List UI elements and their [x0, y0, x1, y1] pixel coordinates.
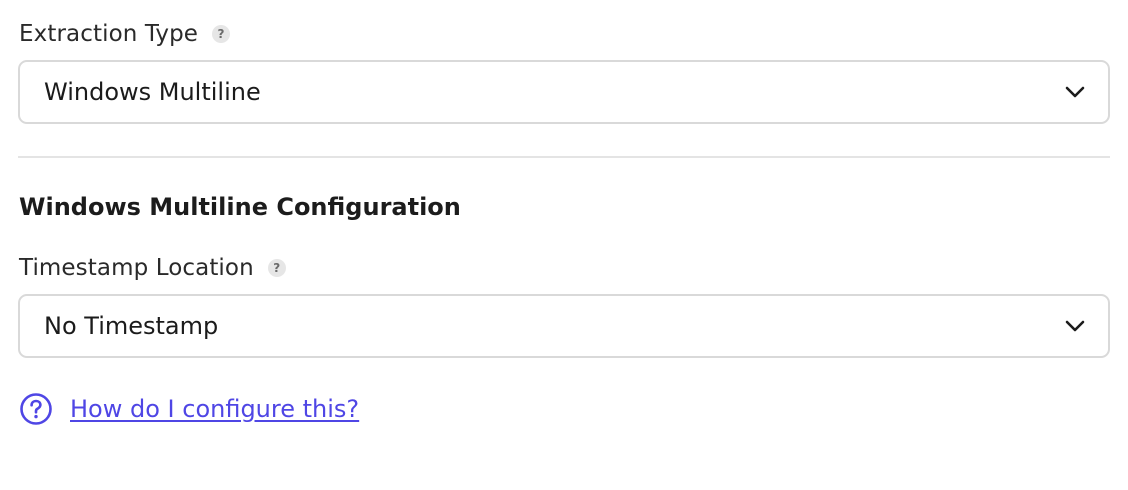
extraction-type-label: Extraction Type ? [19, 21, 231, 47]
extraction-type-label-text: Extraction Type [19, 21, 199, 47]
timestamp-location-value: No Timestamp [44, 312, 219, 340]
chevron-down-icon [1064, 315, 1086, 337]
section-divider [18, 156, 1110, 158]
help-icon[interactable]: ? [267, 259, 286, 277]
extraction-settings-panel: Extraction Type ? Windows Multiline Wind… [0, 0, 1128, 490]
timestamp-location-label-text: Timestamp Location [19, 255, 254, 281]
timestamp-location-select[interactable]: No Timestamp [18, 294, 1110, 358]
configure-help-link-text[interactable]: How do I configure this? [70, 395, 359, 423]
extraction-type-value: Windows Multiline [44, 78, 261, 106]
chevron-down-icon [1064, 81, 1086, 103]
help-icon[interactable]: ? [212, 25, 231, 43]
extraction-type-select[interactable]: Windows Multiline [18, 60, 1110, 124]
question-circle-icon [19, 392, 53, 426]
configuration-section-title: Windows Multiline Configuration [19, 193, 461, 221]
timestamp-location-label: Timestamp Location ? [19, 255, 286, 281]
configure-help-link[interactable]: How do I configure this? [19, 392, 359, 426]
